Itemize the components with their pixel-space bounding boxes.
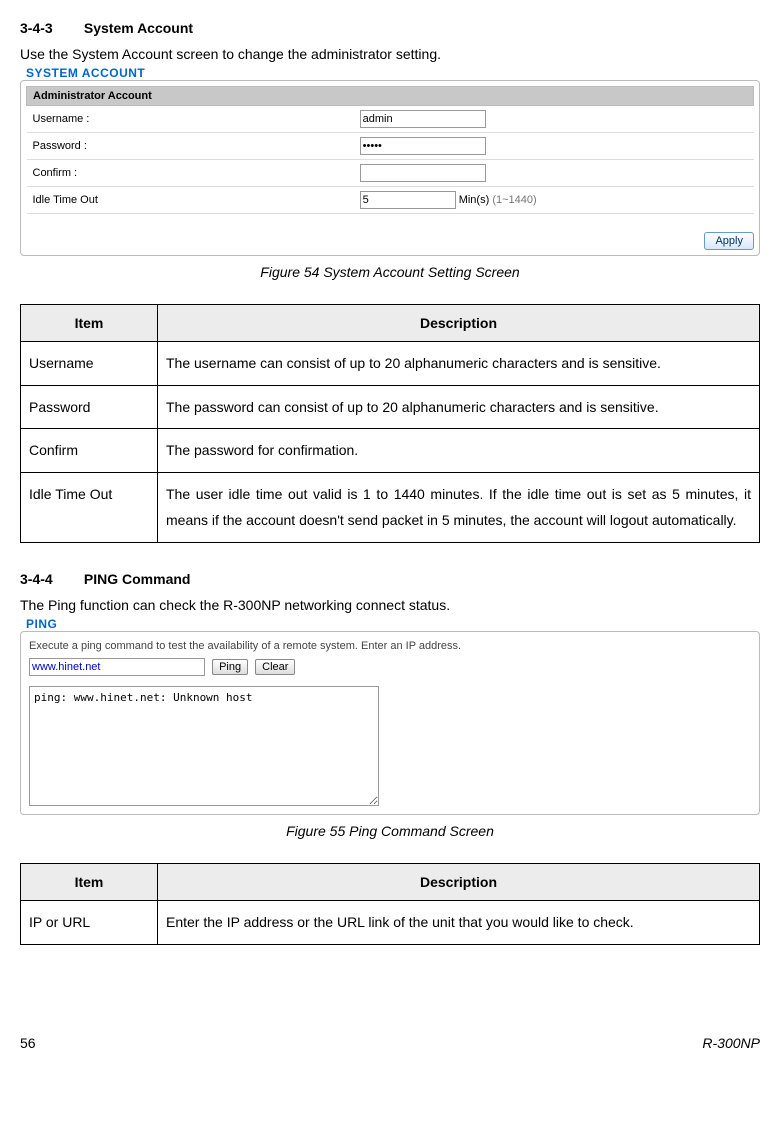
- ping-desc-table: Item Description IP or URL Enter the IP …: [20, 863, 760, 945]
- ping-panel: Execute a ping command to test the avail…: [20, 631, 760, 815]
- ping-host-input[interactable]: [29, 658, 205, 676]
- section-intro-344: The Ping function can check the R-300NP …: [20, 597, 760, 613]
- section-intro-343: Use the System Account screen to change …: [20, 46, 760, 62]
- table-header-item: Item: [21, 863, 158, 900]
- footer-model: R-300NP: [702, 1035, 760, 1051]
- ping-output: ping: www.hinet.net: Unknown host: [29, 686, 379, 806]
- idle-unit: Min(s): [459, 194, 490, 206]
- apply-button[interactable]: Apply: [704, 232, 754, 250]
- table-row: IP or URL Enter the IP address or the UR…: [21, 900, 760, 944]
- desc-cell: The username can consist of up to 20 alp…: [158, 342, 760, 386]
- idle-input[interactable]: [360, 191, 456, 209]
- item-cell: IP or URL: [21, 900, 158, 944]
- password-input[interactable]: [360, 137, 486, 155]
- ping-button[interactable]: Ping: [212, 659, 248, 675]
- desc-cell: The password for confirmation.: [158, 429, 760, 473]
- confirm-input[interactable]: [360, 164, 486, 182]
- admin-account-table: Administrator Account Username : Passwor…: [26, 86, 754, 214]
- item-cell: Password: [21, 385, 158, 429]
- figure-55-caption: Figure 55 Ping Command Screen: [20, 823, 760, 839]
- table-header-item: Item: [21, 305, 158, 342]
- system-account-panel: Administrator Account Username : Passwor…: [20, 80, 760, 256]
- desc-cell: The user idle time out valid is 1 to 144…: [158, 472, 760, 542]
- figure-54-caption: Figure 54 System Account Setting Screen: [20, 264, 760, 280]
- section-number: 3-4-4: [20, 571, 80, 587]
- desc-cell: Enter the IP address or the URL link of …: [158, 900, 760, 944]
- table-header-desc: Description: [158, 305, 760, 342]
- idle-range: (1~1440): [492, 194, 536, 206]
- section-heading-343: 3-4-3 System Account: [20, 20, 760, 36]
- username-label: Username :: [27, 106, 354, 133]
- idle-label: Idle Time Out: [27, 187, 354, 214]
- section-number: 3-4-3: [20, 20, 80, 36]
- page-footer: 56 R-300NP: [20, 1035, 760, 1051]
- section-title: PING Command: [84, 571, 191, 587]
- admin-account-header: Administrator Account: [27, 87, 754, 106]
- table-row: Password The password can consist of up …: [21, 385, 760, 429]
- desc-cell: The password can consist of up to 20 alp…: [158, 385, 760, 429]
- confirm-label: Confirm :: [27, 160, 354, 187]
- item-cell: Idle Time Out: [21, 472, 158, 542]
- username-input[interactable]: [360, 110, 486, 128]
- clear-button[interactable]: Clear: [255, 659, 295, 675]
- password-label: Password :: [27, 133, 354, 160]
- page-number: 56: [20, 1035, 36, 1051]
- table-row: Idle Time Out The user idle time out val…: [21, 472, 760, 542]
- section-title: System Account: [84, 20, 193, 36]
- table-header-desc: Description: [158, 863, 760, 900]
- section-heading-344: 3-4-4 PING Command: [20, 571, 760, 587]
- table-row: Username The username can consist of up …: [21, 342, 760, 386]
- system-account-desc-table: Item Description Username The username c…: [20, 304, 760, 543]
- table-row: Confirm The password for confirmation.: [21, 429, 760, 473]
- item-cell: Username: [21, 342, 158, 386]
- item-cell: Confirm: [21, 429, 158, 473]
- ping-instruction: Execute a ping command to test the avail…: [29, 640, 751, 652]
- system-account-panel-title: SYSTEM ACCOUNT: [26, 66, 760, 80]
- ping-panel-title: PING: [26, 617, 760, 631]
